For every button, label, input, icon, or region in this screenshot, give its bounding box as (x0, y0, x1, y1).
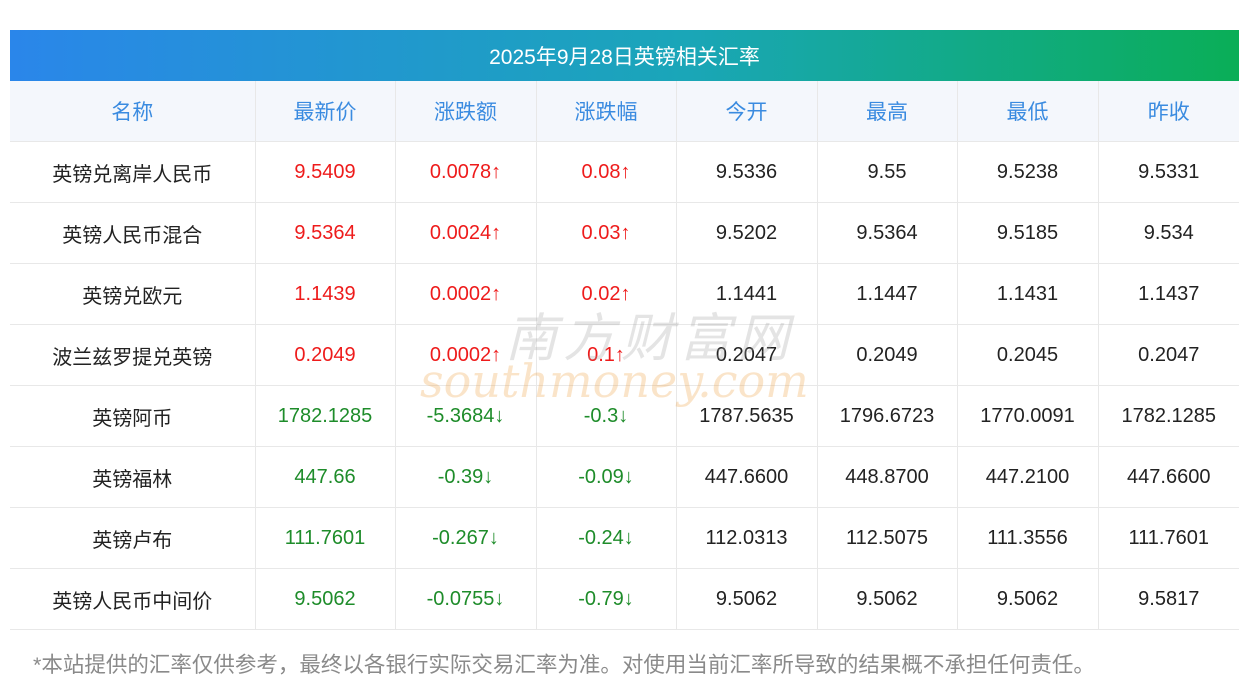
cell-low: 111.3556 (957, 507, 1099, 569)
cell-name: 英镑兑离岸人民币 (10, 141, 256, 203)
cell-open: 1.1441 (676, 263, 818, 325)
cell-change: -0.267↓ (395, 507, 537, 569)
table-title: 2025年9月28日英镑相关汇率 (10, 30, 1239, 81)
cell-change-pct: -0.24↓ (536, 507, 677, 569)
col-header-prev-close: 昨收 (1098, 81, 1239, 142)
col-header-change-pct: 涨跌幅 (536, 81, 677, 142)
cell-high: 448.8700 (817, 446, 958, 508)
table-row: 英镑阿币 1782.1285 -5.3684↓ -0.3↓ 1787.5635 1796.… (10, 385, 1239, 447)
cell-prev-close: 1782.1285 (1098, 385, 1239, 447)
cell-high: 9.5062 (817, 568, 958, 630)
rate-table-panel: 2025年9月28日英镑相关汇率 名称 最新价 涨跌额 涨跌幅 今开 最高 最低… (10, 30, 1239, 630)
col-header-low: 最低 (957, 81, 1099, 142)
cell-name: 英镑卢布 (10, 507, 256, 569)
cell-change: 0.0024↑ (395, 202, 537, 264)
cell-latest: 1.1439 (255, 263, 396, 325)
cell-change-pct: 0.02↑ (536, 263, 677, 325)
cell-low: 1.1431 (957, 263, 1099, 325)
table-row: 英镑福林 447.66 -0.39↓ -0.09↓ 447.6600 448.8700 44… (10, 446, 1239, 508)
cell-change-pct: -0.79↓ (536, 568, 677, 630)
cell-prev-close: 447.6600 (1098, 446, 1239, 508)
cell-change-pct: -0.3↓ (536, 385, 677, 447)
cell-high: 1.1447 (817, 263, 958, 325)
col-header-high: 最高 (817, 81, 958, 142)
table-row: 英镑兑离岸人民币 9.5409 0.0078↑ 0.08↑ 9.5336 9.55 9.52… (10, 141, 1239, 203)
cell-name: 英镑福林 (10, 446, 256, 508)
cell-low: 9.5238 (957, 141, 1099, 203)
cell-change-pct: 0.03↑ (536, 202, 677, 264)
cell-low: 9.5062 (957, 568, 1099, 630)
col-header-name: 名称 (10, 81, 256, 142)
cell-low: 1770.0091 (957, 385, 1099, 447)
cell-name: 波兰兹罗提兑英镑 (10, 324, 256, 386)
col-header-change: 涨跌额 (395, 81, 537, 142)
cell-name: 英镑人民币混合 (10, 202, 256, 264)
cell-latest: 9.5364 (255, 202, 396, 264)
cell-latest: 0.2049 (255, 324, 396, 386)
col-header-open: 今开 (676, 81, 818, 142)
cell-open: 9.5062 (676, 568, 818, 630)
cell-high: 0.2049 (817, 324, 958, 386)
cell-open: 112.0313 (676, 507, 818, 569)
disclaimer-note: *本站提供的汇率仅供参考，最终以各银行实际交易汇率为准。对使用当前汇率所导致的结… (33, 653, 1095, 677)
cell-name: 英镑阿币 (10, 385, 256, 447)
cell-change: -0.39↓ (395, 446, 537, 508)
cell-open: 0.2047 (676, 324, 818, 386)
table-row: 英镑兑欧元 1.1439 0.0002↑ 0.02↑ 1.1441 1.1447 1.143… (10, 263, 1239, 325)
cell-change: -5.3684↓ (395, 385, 537, 447)
cell-high: 112.5075 (817, 507, 958, 569)
cell-change-pct: 0.1↑ (536, 324, 677, 386)
cell-low: 447.2100 (957, 446, 1099, 508)
cell-open: 1787.5635 (676, 385, 818, 447)
cell-change-pct: 0.08↑ (536, 141, 677, 203)
col-header-latest: 最新价 (255, 81, 396, 142)
cell-prev-close: 1.1437 (1098, 263, 1239, 325)
cell-latest: 1782.1285 (255, 385, 396, 447)
cell-low: 9.5185 (957, 202, 1099, 264)
cell-prev-close: 9.5331 (1098, 141, 1239, 203)
cell-open: 9.5202 (676, 202, 818, 264)
cell-prev-close: 0.2047 (1098, 324, 1239, 386)
cell-change: -0.0755↓ (395, 568, 537, 630)
cell-change: 0.0002↑ (395, 324, 537, 386)
cell-name: 英镑兑欧元 (10, 263, 256, 325)
cell-latest: 447.66 (255, 446, 396, 508)
cell-low: 0.2045 (957, 324, 1099, 386)
cell-prev-close: 111.7601 (1098, 507, 1239, 569)
header-row: 名称 最新价 涨跌额 涨跌幅 今开 最高 最低 昨收 (10, 81, 1239, 142)
cell-prev-close: 9.5817 (1098, 568, 1239, 630)
cell-latest: 9.5409 (255, 141, 396, 203)
cell-latest: 111.7601 (255, 507, 396, 569)
cell-prev-close: 9.534 (1098, 202, 1239, 264)
table-row: 波兰兹罗提兑英镑 0.2049 0.0002↑ 0.1↑ 0.2047 0.2049 0.2… (10, 324, 1239, 386)
cell-high: 1796.6723 (817, 385, 958, 447)
cell-latest: 9.5062 (255, 568, 396, 630)
cell-change: 0.0002↑ (395, 263, 537, 325)
table-row: 英镑人民币混合 9.5364 0.0024↑ 0.03↑ 9.5202 9.5364 9.5… (10, 202, 1239, 264)
cell-change: 0.0078↑ (395, 141, 537, 203)
cell-change-pct: -0.09↓ (536, 446, 677, 508)
cell-high: 9.55 (817, 141, 958, 203)
cell-high: 9.5364 (817, 202, 958, 264)
table-body: 英镑兑离岸人民币 9.5409 0.0078↑ 0.08↑ 9.5336 9.55 9.52… (10, 141, 1239, 630)
table-row: 英镑卢布 111.7601 -0.267↓ -0.24↓ 112.0313 112.507… (10, 507, 1239, 569)
cell-name: 英镑人民币中间价 (10, 568, 256, 630)
table-row: 英镑人民币中间价 9.5062 -0.0755↓ -0.79↓ 9.5062 9.5062… (10, 568, 1239, 630)
rate-table: 名称 最新价 涨跌额 涨跌幅 今开 最高 最低 昨收 英镑兑离岸人民币 9.540… (10, 81, 1239, 630)
cell-open: 447.6600 (676, 446, 818, 508)
cell-open: 9.5336 (676, 141, 818, 203)
